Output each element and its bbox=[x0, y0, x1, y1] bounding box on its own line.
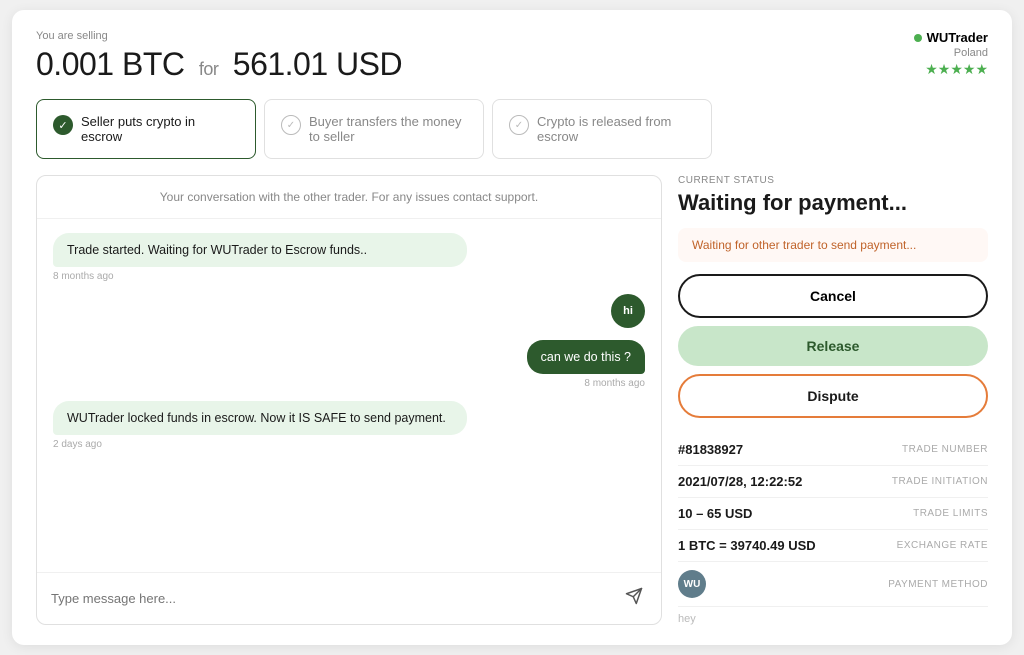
header: You are selling 0.001 BTC for 561.01 USD… bbox=[36, 30, 988, 83]
table-row: 1 BTC = 39740.49 USD EXCHANGE RATE bbox=[678, 530, 988, 562]
table-row: #81838927 TRADE NUMBER bbox=[678, 434, 988, 466]
user-info: WUTrader Poland ★★★★★ bbox=[914, 30, 988, 78]
trade-initiation-value: 2021/07/28, 12:22:52 bbox=[678, 474, 802, 489]
btc-amount: 0.001 BTC bbox=[36, 46, 184, 82]
chat-area: Your conversation with the other trader.… bbox=[36, 175, 662, 625]
message-time-2: 8 months ago bbox=[584, 378, 645, 389]
selling-amount: 0.001 BTC for 561.01 USD bbox=[36, 46, 402, 83]
trade-initiation-key: TRADE INITIATION bbox=[892, 476, 988, 487]
trade-info: #81838927 TRADE NUMBER 2021/07/28, 12:22… bbox=[678, 434, 988, 607]
step-3: ✓ Crypto is released from escrow bbox=[492, 99, 712, 159]
hey-label: hey bbox=[678, 613, 988, 625]
step-3-label: Crypto is released from escrow bbox=[537, 114, 695, 144]
selling-label: You are selling bbox=[36, 30, 402, 42]
step-1-icon: ✓ bbox=[53, 115, 73, 135]
send-button[interactable] bbox=[621, 583, 647, 614]
user-country: Poland bbox=[914, 47, 988, 59]
steps-bar: ✓ Seller puts crypto in escrow ✓ Buyer t… bbox=[36, 99, 988, 159]
user-stars: ★★★★★ bbox=[914, 61, 988, 78]
cancel-button[interactable]: Cancel bbox=[678, 274, 988, 318]
selling-info: You are selling 0.001 BTC for 561.01 USD bbox=[36, 30, 402, 83]
list-item: can we do this ? 8 months ago bbox=[527, 340, 645, 389]
for-text: for bbox=[199, 59, 219, 79]
chat-input-area bbox=[37, 572, 661, 624]
message-input[interactable] bbox=[51, 591, 613, 606]
step-2: ✓ Buyer transfers the money to seller bbox=[264, 99, 484, 159]
list-item: hi bbox=[611, 294, 645, 328]
status-label: CURRENT STATUS bbox=[678, 175, 988, 186]
trade-limits-value: 10 – 65 USD bbox=[678, 506, 752, 521]
list-item: Trade started. Waiting for WUTrader to E… bbox=[53, 233, 645, 282]
username: WUTrader bbox=[927, 30, 988, 45]
payment-method-key: PAYMENT METHOD bbox=[888, 579, 988, 590]
payment-method-icon: WU bbox=[678, 570, 706, 598]
trade-number-key: TRADE NUMBER bbox=[902, 444, 988, 455]
online-dot bbox=[914, 34, 922, 42]
trade-number-value: #81838927 bbox=[678, 442, 743, 457]
main-container: You are selling 0.001 BTC for 561.01 USD… bbox=[12, 10, 1012, 645]
exchange-rate-key: EXCHANGE RATE bbox=[897, 540, 988, 551]
usd-price: 561.01 USD bbox=[233, 46, 402, 82]
table-row: 10 – 65 USD TRADE LIMITS bbox=[678, 498, 988, 530]
status-banner: Waiting for other trader to send payment… bbox=[678, 228, 988, 262]
table-row: WU PAYMENT METHOD bbox=[678, 562, 988, 607]
main-content: Your conversation with the other trader.… bbox=[36, 175, 988, 625]
trade-limits-key: TRADE LIMITS bbox=[913, 508, 988, 519]
hi-bubble: hi bbox=[611, 294, 645, 328]
system-message-1: Trade started. Waiting for WUTrader to E… bbox=[53, 233, 467, 267]
right-panel: CURRENT STATUS Waiting for payment... Wa… bbox=[678, 175, 988, 625]
table-row: 2021/07/28, 12:22:52 TRADE INITIATION bbox=[678, 466, 988, 498]
list-item: WUTrader locked funds in escrow. Now it … bbox=[53, 401, 645, 450]
system-message-2: WUTrader locked funds in escrow. Now it … bbox=[53, 401, 467, 435]
chat-header: Your conversation with the other trader.… bbox=[37, 176, 661, 219]
step-3-icon: ✓ bbox=[509, 115, 529, 135]
step-2-label: Buyer transfers the money to seller bbox=[309, 114, 467, 144]
exchange-rate-value: 1 BTC = 39740.49 USD bbox=[678, 538, 816, 553]
chat-messages: Trade started. Waiting for WUTrader to E… bbox=[37, 219, 661, 572]
step-1-label: Seller puts crypto in escrow bbox=[81, 114, 239, 144]
user-status: WUTrader bbox=[914, 30, 988, 45]
dispute-button[interactable]: Dispute bbox=[678, 374, 988, 418]
status-title: Waiting for payment... bbox=[678, 190, 988, 216]
release-button[interactable]: Release bbox=[678, 326, 988, 366]
step-1: ✓ Seller puts crypto in escrow bbox=[36, 99, 256, 159]
sent-message-1: can we do this ? bbox=[527, 340, 645, 374]
message-time-1: 8 months ago bbox=[53, 271, 645, 282]
step-2-icon: ✓ bbox=[281, 115, 301, 135]
message-time-3: 2 days ago bbox=[53, 439, 645, 450]
